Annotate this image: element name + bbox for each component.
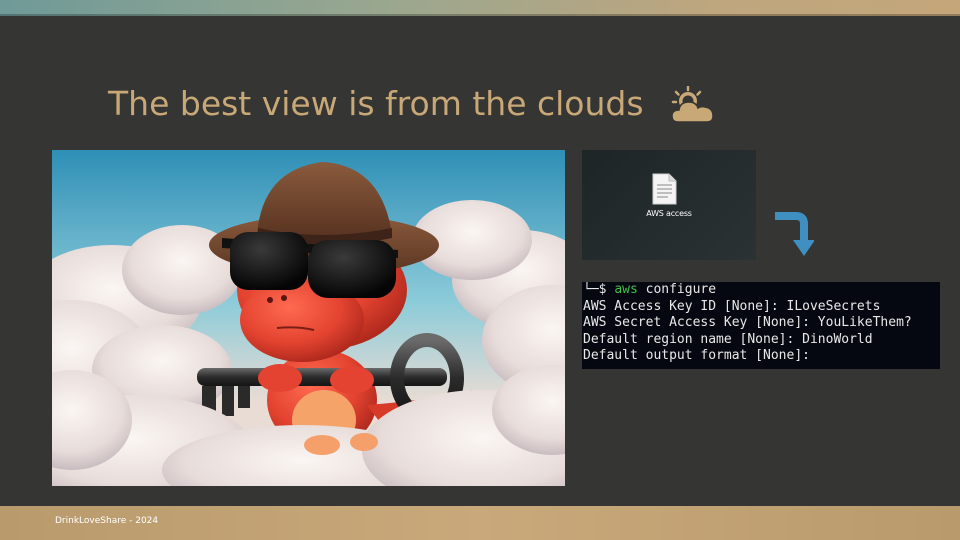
terminal-output-line: Default region name [None]: DinoWorld: [583, 331, 873, 347]
dino-illustration: [52, 150, 565, 486]
dino-cloud-image: [52, 150, 565, 486]
terminal-output-line: AWS Secret Access Key [None]: YouLikeThe…: [583, 315, 912, 330]
terminal-command-arg: configure: [637, 282, 717, 297]
terminal-prompt: └─$: [583, 282, 615, 297]
terminal-command-line: └─$ aws configure: [583, 282, 940, 299]
text-file-icon[interactable]: [652, 173, 677, 205]
terminal-window: └─$ aws configure AWS Access Key ID [Non…: [582, 282, 940, 369]
desktop-screenshot: AWS access: [582, 150, 756, 260]
terminal-output-line: Default output format [None]:: [583, 348, 810, 363]
footer-text: DrinkLoveShare - 2024: [55, 516, 159, 526]
file-label[interactable]: AWS access: [637, 209, 701, 218]
sun-behind-cloud-icon: [671, 86, 714, 123]
terminal-command-name: aws: [614, 282, 638, 297]
slide-title: The best view is from the clouds: [108, 84, 644, 123]
terminal-output-line: AWS Access Key ID [None]: ILoveSecrets: [583, 298, 881, 314]
top-decor-band: [0, 0, 960, 16]
curved-down-arrow-icon: [775, 212, 814, 256]
